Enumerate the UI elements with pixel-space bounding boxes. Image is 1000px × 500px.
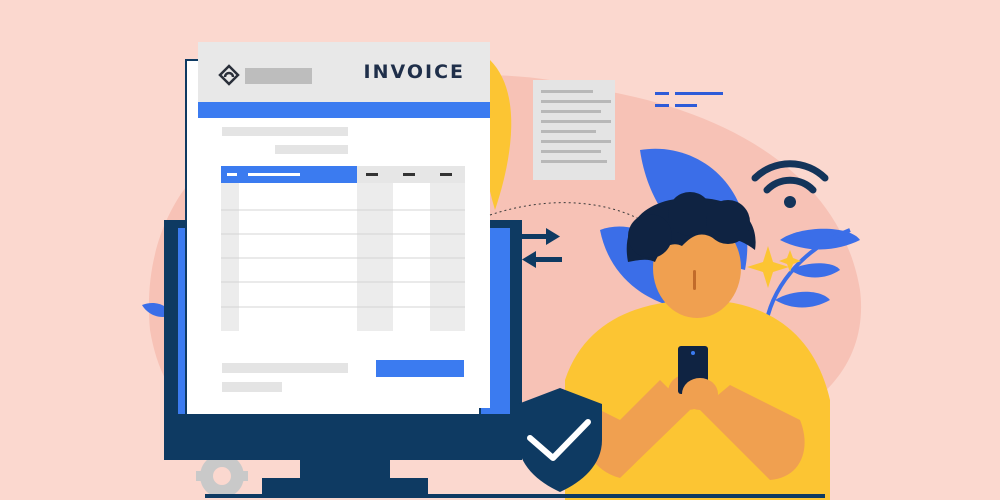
invoice-pay-bar xyxy=(376,360,464,377)
decor-dashes xyxy=(655,92,723,107)
illustration-scene: INVOICE xyxy=(0,0,1000,500)
ground-line xyxy=(205,494,825,498)
invoice-title: INVOICE xyxy=(363,61,465,83)
illustration-canvas xyxy=(142,42,862,500)
invoice-document xyxy=(198,42,490,408)
company-name-placeholder xyxy=(245,68,312,84)
note-paper xyxy=(533,80,615,180)
